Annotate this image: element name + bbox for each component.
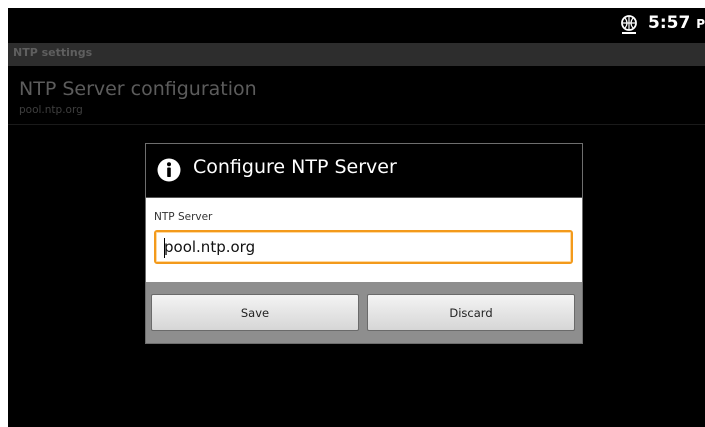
text-cursor [164,238,165,258]
device-screen: 5:57 PM NTP settings NTP Server configur… [8,8,705,427]
configure-ntp-dialog: Configure NTP Server NTP Server pool.ntp… [145,143,583,344]
dialog-button-bar: Save Discard [146,282,582,343]
preference-summary: pool.ntp.org [19,104,83,116]
status-bar: 5:57 PM [8,8,705,42]
dialog-title: Configure NTP Server [193,156,397,178]
status-clock: 5:57 PM [648,13,705,33]
save-button[interactable]: Save [151,294,359,331]
discard-button[interactable]: Discard [367,294,575,331]
clock-time: 5:57 [648,13,691,33]
divider [8,124,705,125]
ntp-server-label: NTP Server [154,211,213,223]
ntp-server-value: pool.ntp.org [164,238,256,256]
info-icon [157,158,181,182]
sync-globe-icon [621,15,637,34]
activity-title-bar: NTP settings [8,43,705,66]
preference-title[interactable]: NTP Server configuration [19,78,257,100]
ntp-server-input[interactable]: pool.ntp.org [154,230,573,264]
activity-title: NTP settings [13,46,93,59]
clock-ampm: PM [696,17,705,31]
dialog-header: Configure NTP Server [146,144,582,198]
dialog-body: NTP Server pool.ntp.org [146,198,582,282]
